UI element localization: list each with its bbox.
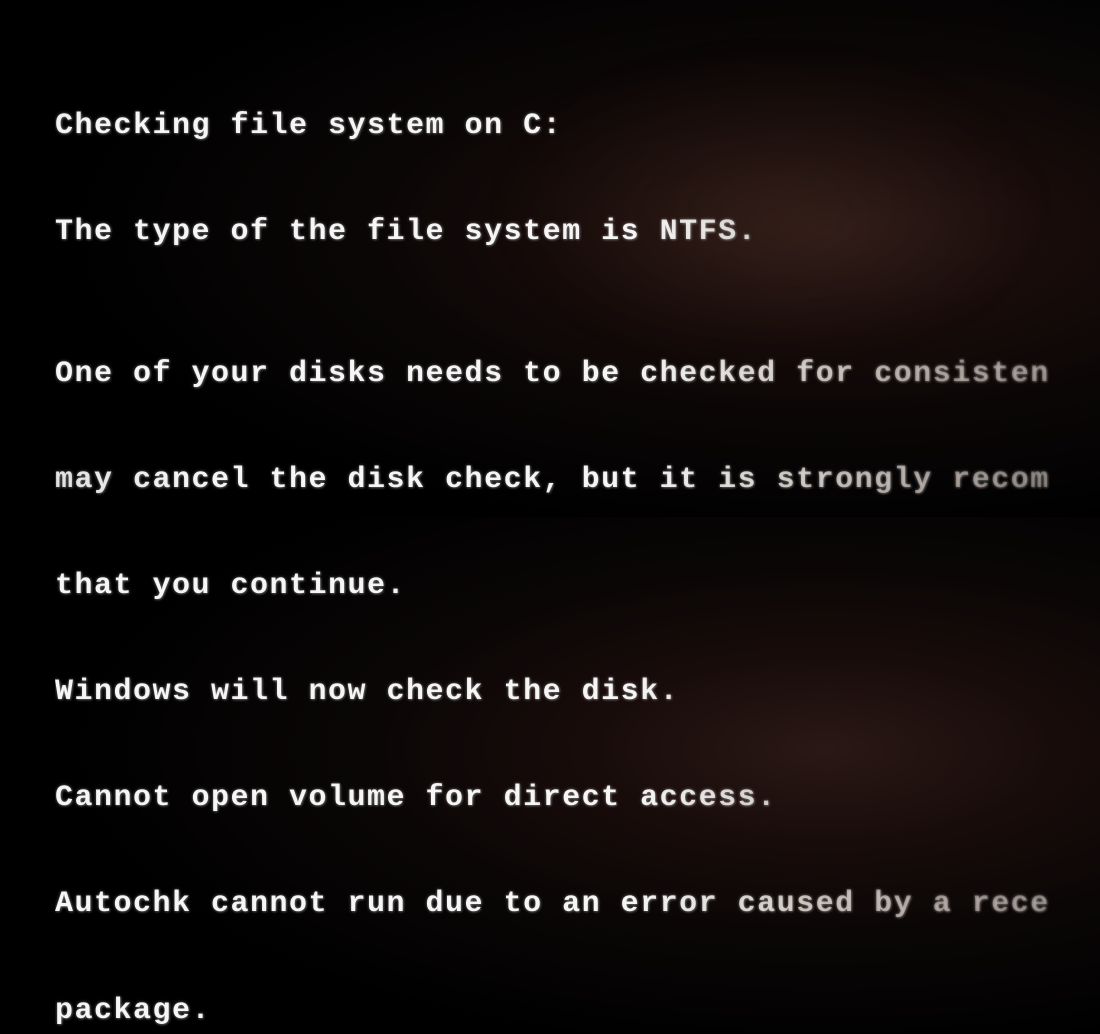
console-line: Windows will now check the disk. [55,675,1100,710]
boot-console-output: Checking file system on C: The type of t… [55,38,1100,1034]
console-line: Checking file system on C: [55,109,1100,144]
console-line: The type of the file system is NTFS. [55,215,1100,250]
console-line: Cannot open volume for direct access. [55,781,1100,816]
console-line: One of your disks needs to be checked fo… [55,357,1100,392]
console-line: may cancel the disk check, but it is str… [55,463,1100,498]
console-line: package. [55,994,1100,1029]
console-line: that you continue. [55,569,1100,604]
console-line: Autochk cannot run due to an error cause… [55,887,1100,922]
